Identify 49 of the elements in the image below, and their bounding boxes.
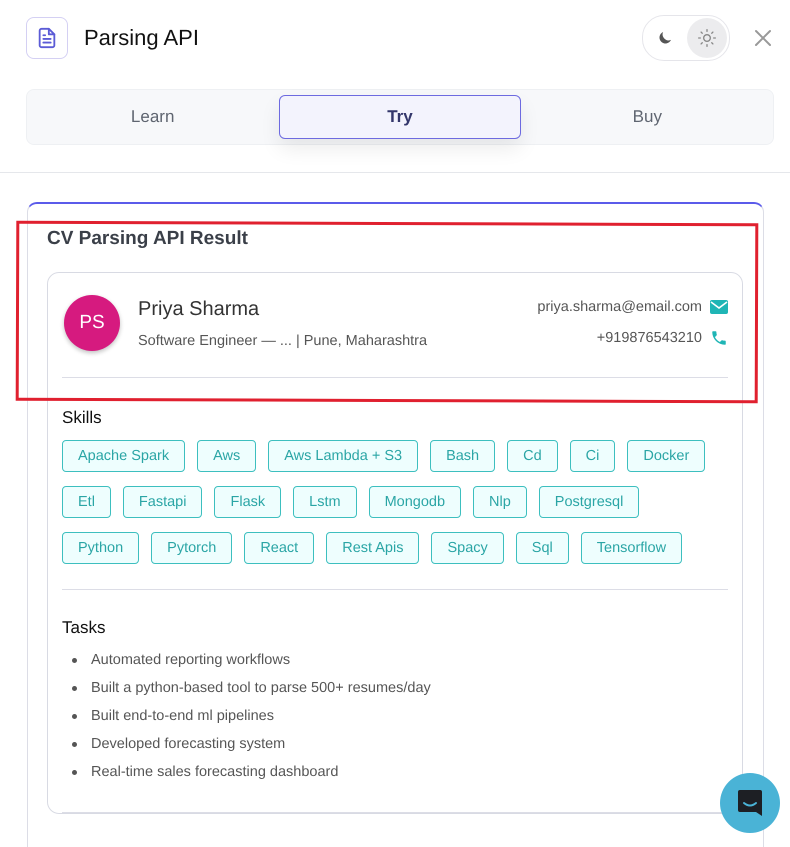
skill-tag: Rest Apis: [326, 532, 420, 564]
bullet-icon: [72, 742, 77, 746]
avatar: PS: [64, 295, 120, 351]
skill-tag: Docker: [627, 440, 706, 472]
skill-tag: Cd: [507, 440, 558, 472]
skill-tag: Tensorflow: [580, 532, 682, 564]
result-title: CV Parsing API Result: [47, 228, 249, 250]
sun-icon[interactable]: [687, 18, 727, 58]
skill-tag: Pytorch: [151, 532, 232, 564]
skill-tag: Ci: [570, 440, 616, 472]
skill-tag: Fastapi: [122, 486, 202, 518]
bullet-icon: [72, 686, 77, 690]
section-heading: Skills: [62, 408, 103, 428]
skill-tag: Apache Spark: [62, 440, 186, 472]
candidate-name: Priya Sharma: [138, 298, 260, 320]
document-icon: [26, 16, 68, 58]
phone-number: +919876543210: [596, 330, 702, 346]
close-icon[interactable]: [754, 28, 772, 46]
skill-tag: Spacy: [431, 532, 504, 564]
tab[interactable]: Learn: [32, 95, 274, 139]
bullet-icon: [72, 658, 77, 662]
skill-tag: Flask: [214, 486, 282, 518]
chat-icon: [736, 788, 764, 818]
skill-tag: Etl: [62, 486, 111, 518]
skill-tag: Sql: [516, 532, 569, 564]
skill-tag: Bash: [430, 440, 496, 472]
task-item: Developed forecasting system: [91, 736, 286, 752]
tab[interactable]: Try: [279, 95, 521, 139]
skill-tag: React: [244, 532, 314, 564]
skill-tag: Mongodb: [368, 486, 462, 518]
skill-tag: Python: [62, 532, 140, 564]
skill-tag: Aws: [197, 440, 256, 472]
bullet-icon: [72, 714, 77, 718]
app-title: Parsing API: [84, 24, 199, 50]
skill-tag: Lstm: [293, 486, 357, 518]
candidate-headline: Software Engineer — ... | Pune, Maharashtra: [138, 332, 428, 348]
skill-tag: Nlp: [473, 486, 527, 518]
skill-tag: Postgresql: [538, 486, 640, 518]
task-item: Real-time sales forecasting dashboard: [91, 764, 338, 780]
email-address: priya.sharma@email.com: [537, 299, 702, 315]
task-item: Built a python-based tool to parse 500+ resumes/day: [91, 680, 431, 696]
tab[interactable]: Buy: [526, 95, 768, 139]
skill-tag: Aws Lambda + S3: [268, 440, 418, 472]
bullet-icon: [72, 770, 77, 774]
task-item: Automated reporting workflows: [91, 652, 290, 668]
envelope-icon: [710, 300, 728, 314]
task-item: Built end-to-end ml pipelines: [91, 708, 274, 724]
phone-icon: [710, 329, 728, 347]
section-heading: Tasks: [62, 618, 106, 638]
